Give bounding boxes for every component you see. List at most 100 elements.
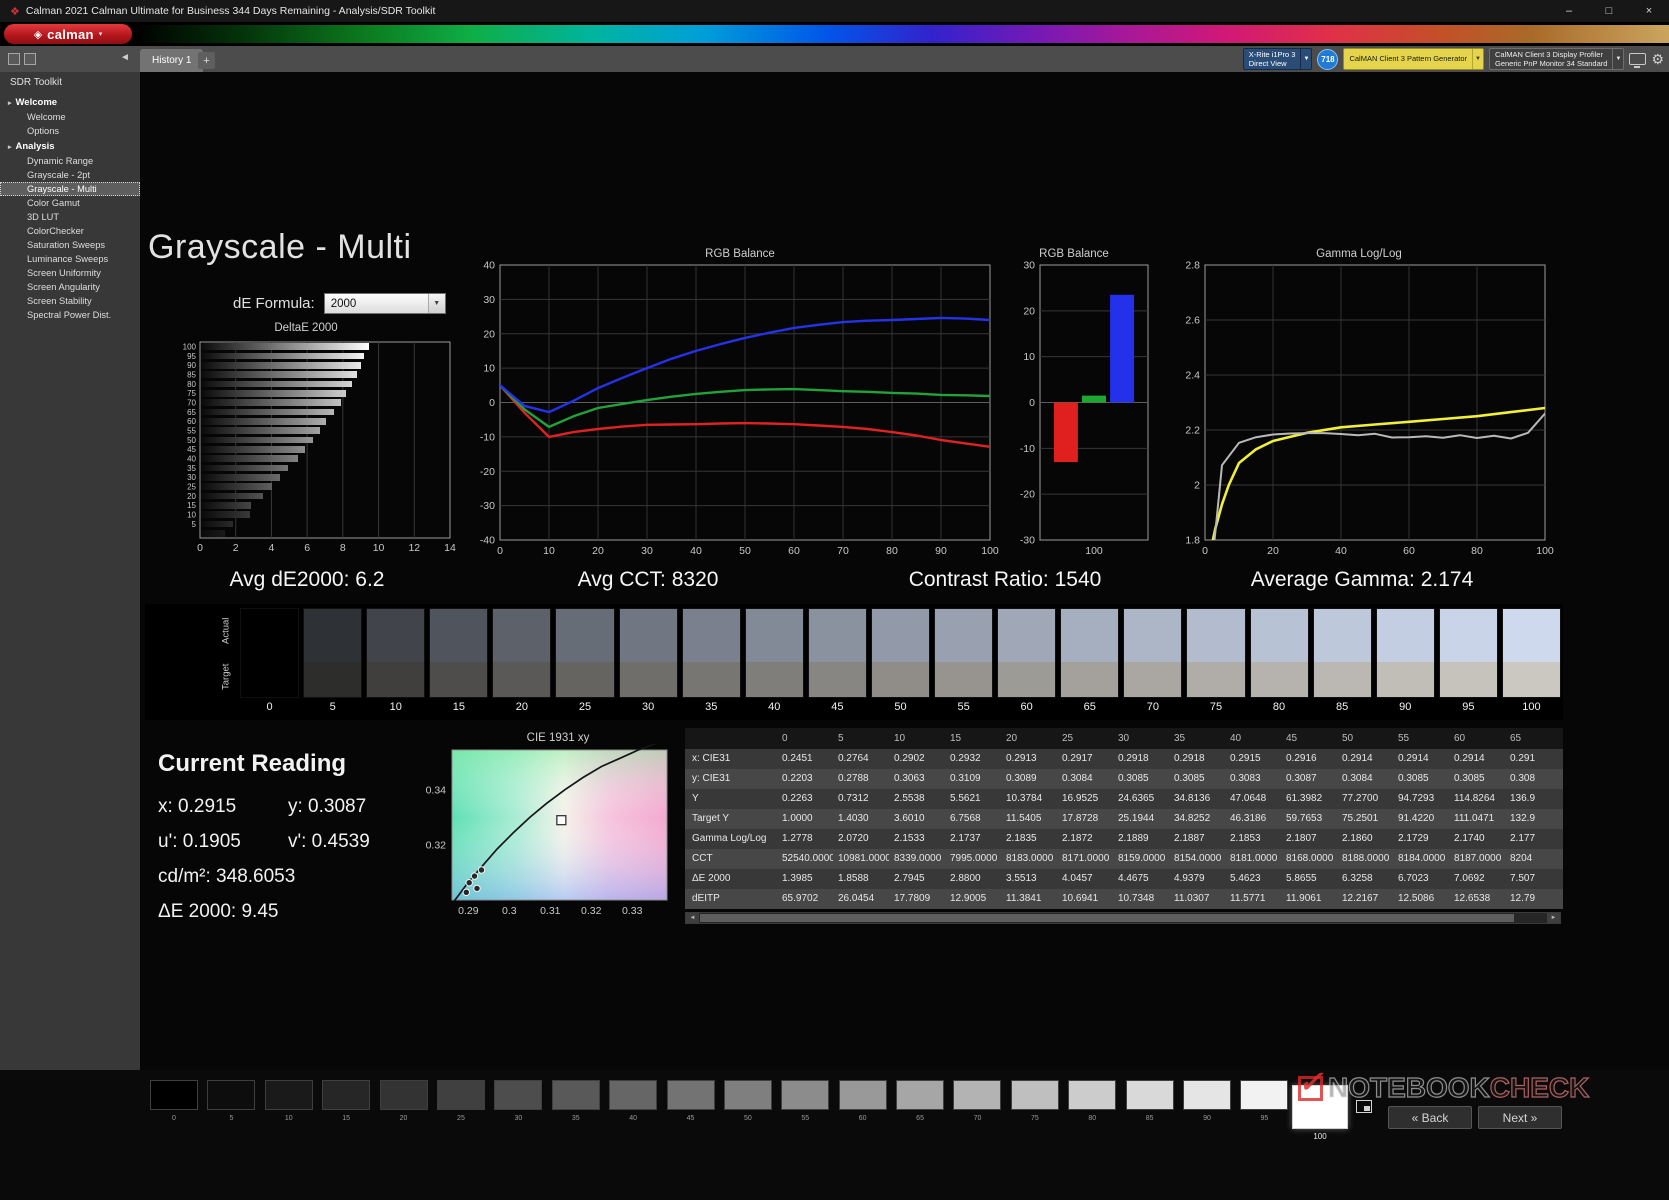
avg-gamma-readout: Average Gamma: 2.174 [1251,568,1474,592]
sidebar-item-luminance-sweeps[interactable]: Luminance Sweeps [0,252,140,266]
axis-label: 10 [187,510,196,519]
table-cell: 2.1835 [1001,829,1057,849]
scrollbar-track[interactable] [699,913,1547,923]
add-tab-button[interactable]: + [198,52,215,69]
table-cell: 0.3085 [1169,769,1225,789]
display-profiler-button[interactable]: CalMAN Client 3 Display Profiler Generic… [1489,48,1624,70]
sidebar-item-spectral-power-dist[interactable]: Spectral Power Dist. [0,308,140,322]
table-cell: 0.3083 [1225,769,1281,789]
swatch-box [555,608,614,698]
sidebar-item-dynamic-range[interactable]: Dynamic Range [0,154,140,168]
axis-label: 30 [187,473,196,482]
chevron-down-icon[interactable]: ▼ [1300,49,1311,69]
deltae-bar [201,409,334,416]
maximize-button[interactable]: □ [1589,0,1629,22]
delta-e-value: ΔE 2000: 9.45 [158,901,278,923]
swatch-tiles: 0510152025303540455055606570758085909510… [240,608,1561,713]
tab-history-1[interactable]: History 1 [140,49,203,72]
tree-group-analysis[interactable]: ▸Analysis [0,138,140,154]
swatch-target [1503,662,1560,697]
axis-label: 20 [592,545,604,557]
swatch-target [556,662,613,697]
table-row: Gamma Log/Log1.27782.07202.15332.17372.1… [685,829,1563,849]
table-row: dEITP65.970226.045417.780912.900511.3841… [685,889,1563,909]
layout-icon[interactable] [24,53,36,65]
collapse-sidebar-icon[interactable]: ◄ [120,52,130,63]
sidebar-item-screen-angularity[interactable]: Screen Angularity [0,280,140,294]
pattern-patch-label: 60 [859,1115,867,1122]
tree-group-welcome[interactable]: ▸Welcome [0,94,140,110]
swatch-cell: 45 [808,608,867,713]
gear-icon[interactable]: ⚙ [1651,52,1664,66]
sidebar-item-colorchecker[interactable]: ColorChecker [0,224,140,238]
measurement-point [478,867,484,873]
sidebar-item-welcome[interactable]: Welcome [0,110,140,124]
table-scrollbar[interactable]: ◄ ► [685,912,1561,924]
swatch-label: 25 [555,701,614,713]
pattern-patch [494,1080,542,1110]
swatch-actual [1061,609,1118,662]
table-cell: 8184.0000 [1393,849,1449,869]
axis-label: 20 [1267,545,1279,557]
scrollbar-thumb[interactable] [700,914,1514,922]
sidebar-item-options[interactable]: Options [0,124,140,138]
sidebar-item-color-gamut[interactable]: Color Gamut [0,196,140,210]
next-button[interactable]: Next » [1478,1106,1562,1129]
axis-label: 20 [1023,305,1035,317]
table-cell: 0.2203 [777,769,833,789]
close-button[interactable]: × [1629,0,1669,22]
back-button[interactable]: « Back [1388,1106,1472,1129]
calman-menu-button[interactable]: ◈ calman ▾ [4,24,132,44]
axis-label: 8 [340,542,346,554]
sidebar-item-grayscale-multi[interactable]: Grayscale - Multi [0,182,140,196]
chevron-down-icon[interactable]: ▼ [428,294,445,313]
pattern-patch-label: 65 [916,1115,924,1122]
swatch-actual [1187,609,1244,662]
de-formula-select[interactable]: 2000 ▼ [324,293,446,314]
table-row-label: x: CIE31 [685,749,777,769]
table-cell: 2.0720 [833,829,889,849]
swatch-target [304,662,361,697]
table-row: Target Y1.00001.40303.60106.756811.54051… [685,809,1563,829]
sidebar-item-grayscale-2pt[interactable]: Grayscale - 2pt [0,168,140,182]
table-cell: 8187.0000 [1449,849,1505,869]
swatch-actual [1314,609,1371,662]
swatch-box [303,608,362,698]
de-formula-row: dE Formula: 2000 ▼ [233,293,446,314]
sidebar-item-screen-stability[interactable]: Screen Stability [0,294,140,308]
axis-label: 70 [187,398,196,407]
axis-label: 0.33 [622,905,643,917]
sidebar-item-3d-lut[interactable]: 3D LUT [0,210,140,224]
sidebar-item-saturation-sweeps[interactable]: Saturation Sweeps [0,238,140,252]
swatch-actual [1503,609,1560,662]
chevron-down-icon[interactable]: ▼ [1612,49,1623,69]
table-cell: 8204 [1505,849,1561,869]
pattern-generator-button[interactable]: CalMAN Client 3 Pattern Generator ▼ [1343,48,1484,70]
scroll-left-icon[interactable]: ◄ [686,913,699,923]
pattern-patch-cell: 25 [437,1080,485,1122]
chevron-down-icon[interactable]: ▼ [1472,49,1483,69]
swatch-box [1439,608,1498,698]
swatch-cell: 15 [429,608,488,713]
deltae-bar [201,493,263,500]
meter-select-button[interactable]: X-Rite i1Pro 3 Direct View ▼ [1243,48,1313,70]
pattern-window-icon[interactable] [1356,1100,1372,1113]
table-header-row: 05101520253035404550556065 [685,728,1563,749]
table-row: CCT52540.000010981.00008339.00007995.000… [685,849,1563,869]
axis-label: -20 [1020,489,1035,501]
axis-label: 14 [444,542,456,554]
table-cell: 2.1860 [1337,829,1393,849]
axis-label: -30 [1020,535,1035,547]
axis-label: 2.2 [1185,425,1200,437]
axis-label: 60 [788,545,800,557]
sidebar-item-screen-uniformity[interactable]: Screen Uniformity [0,266,140,280]
table-cell: 0.3087 [1281,769,1337,789]
display-icon[interactable] [1629,53,1646,65]
workspace-icon[interactable] [8,53,20,65]
table-row: ΔE 20001.39851.85882.79452.88003.55134.0… [685,869,1563,889]
measurement-point [463,889,469,895]
minimize-button[interactable]: – [1549,0,1589,22]
pattern-patch-label: 85 [1146,1115,1154,1122]
scroll-right-icon[interactable]: ► [1547,913,1560,923]
sidebar: SDR Toolkit ▸WelcomeWelcomeOptions▸Analy… [0,72,140,1070]
